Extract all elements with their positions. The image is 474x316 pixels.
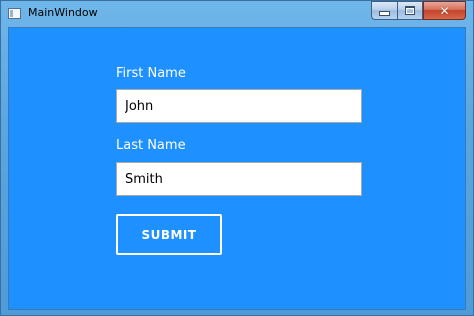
client-area: First Name Last Name SUBMIT	[8, 27, 466, 310]
app-window-icon[interactable]	[8, 8, 21, 19]
last-name-label: Last Name	[116, 138, 186, 153]
first-name-input[interactable]	[116, 89, 362, 123]
close-button[interactable]: ✕	[423, 1, 466, 20]
maximize-button[interactable]	[397, 1, 423, 20]
window-title: MainWindow	[28, 6, 98, 19]
minimize-button[interactable]	[371, 1, 397, 20]
maximize-icon	[405, 6, 415, 15]
main-window: MainWindow ✕ First Name Last Name SUBMIT	[0, 0, 474, 316]
minimize-icon	[379, 11, 390, 16]
title-bar[interactable]: MainWindow ✕	[1, 1, 473, 27]
last-name-input[interactable]	[116, 162, 362, 196]
close-icon: ✕	[439, 3, 450, 18]
submit-button[interactable]: SUBMIT	[116, 214, 222, 255]
first-name-label: First Name	[116, 66, 186, 81]
caption-buttons: ✕	[371, 1, 466, 20]
